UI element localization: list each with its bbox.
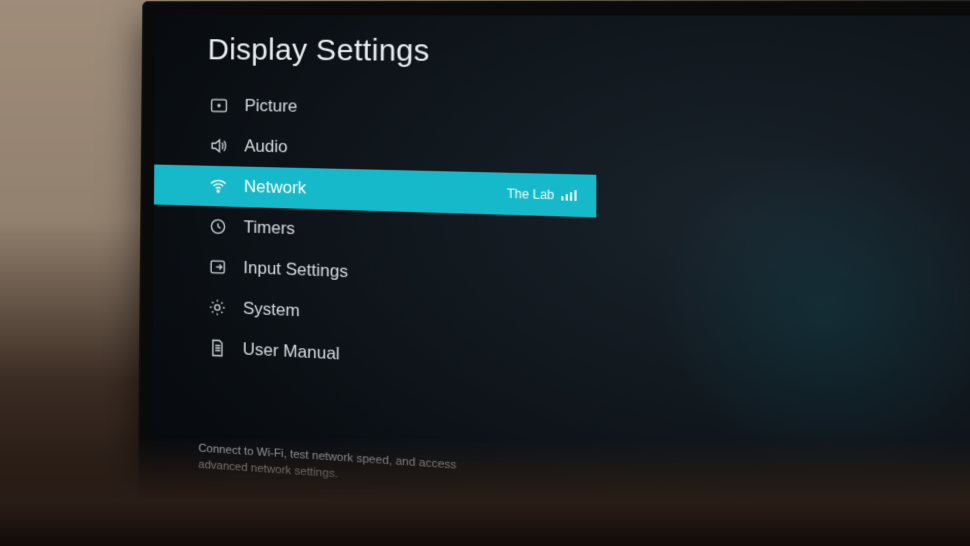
screen-glare (587, 79, 970, 546)
help-text-line1: Connect to Wi-Fi, test network speed, an… (198, 442, 456, 471)
settings-menu: Picture Audio Network (152, 85, 596, 389)
tv-stand (353, 497, 742, 537)
network-ssid: The Lab (507, 186, 554, 202)
audio-icon (209, 136, 229, 157)
room-background: Display Settings Picture Audio (0, 0, 970, 546)
menu-item-label: Picture (245, 96, 298, 117)
menu-item-label: Network (244, 177, 306, 199)
wifi-icon (208, 176, 228, 197)
clock-icon (208, 216, 228, 237)
menu-item-label: Timers (244, 217, 295, 239)
menu-item-label: User Manual (243, 339, 340, 364)
menu-item-label: System (243, 298, 300, 321)
picture-icon (209, 95, 229, 115)
menu-item-label: Input Settings (243, 258, 348, 282)
help-text-line2: advanced network settings. (198, 459, 338, 481)
tv-screen: Display Settings Picture Audio (151, 15, 970, 546)
page-title: Display Settings (208, 33, 597, 70)
menu-item-label: Audio (244, 136, 287, 157)
tv: Display Settings Picture Audio (138, 0, 970, 546)
document-icon (207, 337, 227, 358)
help-text: Connect to Wi-Fi, test network speed, an… (198, 440, 456, 491)
input-icon (208, 257, 228, 278)
network-status: The Lab (507, 186, 577, 203)
gear-icon (207, 297, 227, 318)
settings-panel: Display Settings Picture Audio (152, 33, 596, 389)
signal-strength-icon (561, 190, 577, 201)
